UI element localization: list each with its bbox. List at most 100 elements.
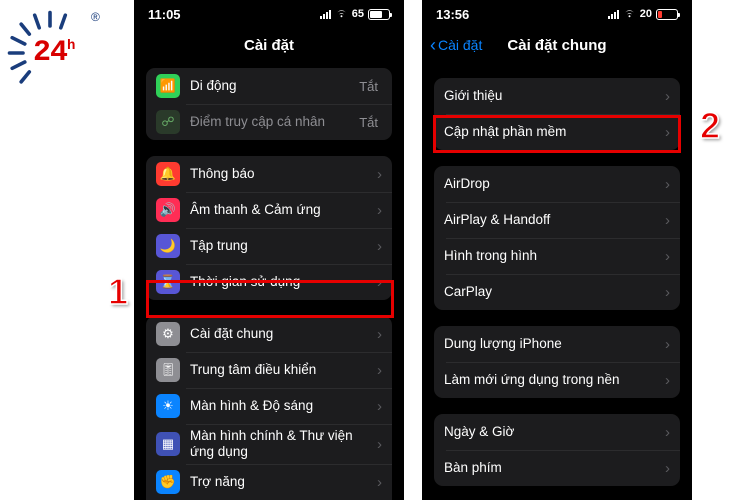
logo-registered: ®: [91, 10, 100, 24]
row-label: Tập trung: [190, 238, 377, 254]
grid-icon: ▦: [156, 432, 180, 456]
row-label: Thông báo: [190, 166, 377, 182]
chevron-right-icon: ›: [665, 212, 670, 229]
bell-icon: 🔔: [156, 162, 180, 186]
row-label: CarPlay: [444, 284, 665, 300]
chevron-right-icon: ›: [377, 362, 382, 379]
chevron-right-icon: ›: [377, 474, 382, 491]
status-indicators: 20: [608, 8, 678, 20]
back-button[interactable]: ‹ Cài đặt: [422, 35, 482, 56]
row-label: Màn hình & Độ sáng: [190, 398, 377, 414]
chevron-right-icon: ›: [377, 238, 382, 255]
battery-percent: 65: [352, 8, 364, 20]
right-phone-screen: 13:56 20 ‹ Cài đặt Cài đặt chung Giới th…: [422, 0, 692, 500]
row-datetime[interactable]: Ngày & Giờ ›: [434, 414, 680, 450]
chevron-right-icon: ›: [665, 284, 670, 301]
row-notifications[interactable]: 🔔 Thông báo ›: [146, 156, 392, 192]
general-group-storage: Dung lượng iPhone › Làm mới ứng dụng tro…: [434, 326, 680, 398]
chevron-right-icon: ›: [377, 166, 382, 183]
brand-logo: 24h ®: [5, 8, 110, 88]
row-label: Hình trong hình: [444, 248, 665, 264]
row-label: Làm mới ứng dụng trong nền: [444, 372, 665, 388]
row-about[interactable]: Giới thiệu ›: [434, 78, 680, 114]
row-general[interactable]: ⚙ Cài đặt chung ›: [146, 316, 392, 352]
row-screentime[interactable]: ⌛ Thời gian sử dụng ›: [146, 264, 392, 300]
status-time: 13:56: [436, 7, 469, 22]
wifi-icon: [335, 9, 348, 19]
row-label: Cài đặt chung: [190, 326, 377, 342]
hotspot-icon: ☍: [156, 110, 180, 134]
row-label: Trợ năng: [190, 474, 377, 490]
chevron-right-icon: ›: [665, 372, 670, 389]
row-label: Bàn phím: [444, 460, 665, 476]
row-label: Thời gian sử dụng: [190, 274, 377, 290]
row-hotspot[interactable]: ☍ Điểm truy cập cá nhân Tắt: [146, 104, 392, 140]
row-value: Tắt: [359, 79, 378, 94]
settings-group-general: ⚙ Cài đặt chung › 🎚 Trung tâm điều khiển…: [146, 316, 392, 500]
row-keyboard[interactable]: Bàn phím ›: [434, 450, 680, 486]
row-label: Di động: [190, 78, 359, 94]
row-label: Dung lượng iPhone: [444, 336, 665, 352]
row-value: Tắt: [359, 115, 378, 130]
row-label: Ngày & Giờ: [444, 424, 665, 440]
chevron-right-icon: ›: [377, 326, 382, 343]
row-cellular[interactable]: 📶 Di động Tắt: [146, 68, 392, 104]
moon-icon: 🌙: [156, 234, 180, 258]
row-label: Giới thiệu: [444, 88, 665, 104]
row-airplay[interactable]: AirPlay & Handoff ›: [434, 202, 680, 238]
general-group-datetime: Ngày & Giờ › Bàn phím ›: [434, 414, 680, 486]
row-storage[interactable]: Dung lượng iPhone ›: [434, 326, 680, 362]
row-display[interactable]: ☀ Màn hình & Độ sáng ›: [146, 388, 392, 424]
row-control-center[interactable]: 🎚 Trung tâm điều khiển ›: [146, 352, 392, 388]
row-label: Âm thanh & Cảm ứng: [190, 202, 377, 218]
chevron-right-icon: ›: [665, 176, 670, 193]
battery-icon: [656, 9, 678, 20]
status-bar: 13:56 20: [422, 0, 692, 28]
status-time: 11:05: [148, 7, 181, 22]
nav-bar: Cài đặt: [134, 28, 404, 62]
row-background-refresh[interactable]: Làm mới ứng dụng trong nền ›: [434, 362, 680, 398]
chevron-right-icon: ›: [665, 248, 670, 265]
hourglass-icon: ⌛: [156, 270, 180, 294]
wifi-icon: [623, 9, 636, 19]
accessibility-icon: ✊: [156, 470, 180, 494]
chevron-right-icon: ›: [665, 88, 670, 105]
signal-icon: [608, 10, 619, 19]
gear-icon: ⚙: [156, 322, 180, 346]
row-focus[interactable]: 🌙 Tập trung ›: [146, 228, 392, 264]
settings-group-network: 📶 Di động Tắt ☍ Điểm truy cập cá nhân Tắ…: [146, 68, 392, 140]
chevron-right-icon: ›: [665, 124, 670, 141]
row-software-update[interactable]: Cập nhật phần mềm ›: [434, 114, 680, 150]
annotation-step-2: 2: [700, 105, 720, 147]
general-group-about: Giới thiệu › Cập nhật phần mềm ›: [434, 78, 680, 150]
chevron-right-icon: ›: [377, 202, 382, 219]
chevron-left-icon: ‹: [430, 35, 436, 56]
battery-percent: 20: [640, 8, 652, 20]
chevron-right-icon: ›: [665, 336, 670, 353]
row-carplay[interactable]: CarPlay ›: [434, 274, 680, 310]
chevron-right-icon: ›: [377, 398, 382, 415]
chevron-right-icon: ›: [377, 436, 382, 453]
row-airdrop[interactable]: AirDrop ›: [434, 166, 680, 202]
row-sounds[interactable]: 🔊 Âm thanh & Cảm ứng ›: [146, 192, 392, 228]
settings-group-notifications: 🔔 Thông báo › 🔊 Âm thanh & Cảm ứng › 🌙 T…: [146, 156, 392, 300]
row-label: AirDrop: [444, 176, 665, 192]
row-homescreen[interactable]: ▦ Màn hình chính & Thư viện ứng dụng ›: [146, 424, 392, 464]
speaker-icon: 🔊: [156, 198, 180, 222]
row-label: AirPlay & Handoff: [444, 212, 665, 228]
row-label: Trung tâm điều khiển: [190, 362, 377, 378]
chevron-right-icon: ›: [665, 460, 670, 477]
battery-icon: [368, 9, 390, 20]
brightness-icon: ☀: [156, 394, 180, 418]
status-bar: 11:05 65: [134, 0, 404, 28]
status-indicators: 65: [320, 8, 390, 20]
page-title: Cài đặt: [134, 37, 404, 54]
nav-bar: ‹ Cài đặt Cài đặt chung: [422, 28, 692, 62]
row-pip[interactable]: Hình trong hình ›: [434, 238, 680, 274]
row-label: Màn hình chính & Thư viện ứng dụng: [190, 428, 377, 460]
logo-text: 24h: [33, 36, 74, 70]
left-phone-screen: 11:05 65 Cài đặt 📶 Di động Tắt ☍ Điểm tr…: [134, 0, 404, 500]
row-accessibility[interactable]: ✊ Trợ năng ›: [146, 464, 392, 500]
signal-icon: [320, 10, 331, 19]
chevron-right-icon: ›: [377, 274, 382, 291]
